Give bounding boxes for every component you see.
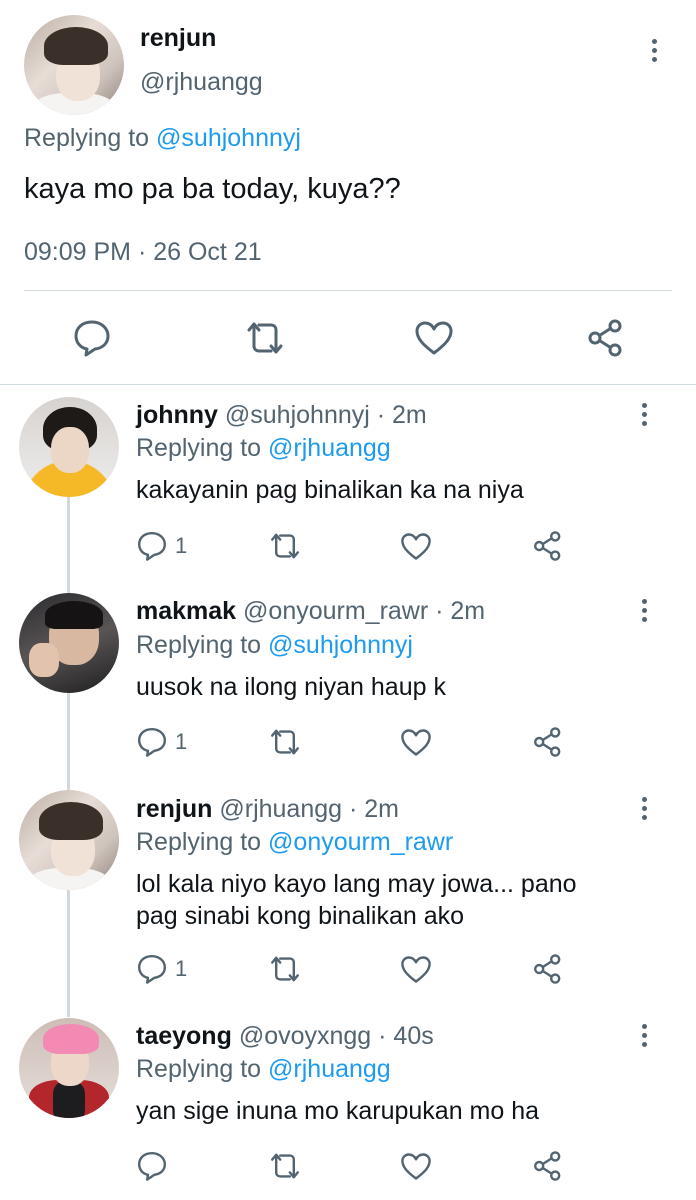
reply-header: johnny @suhjohnnyj · 2m <box>136 401 427 430</box>
mention-link[interactable]: @onyourm_rawr <box>268 828 453 856</box>
author-name[interactable]: makmak <box>136 597 236 625</box>
avatar[interactable] <box>24 15 124 115</box>
share-icon[interactable] <box>532 1150 564 1182</box>
author-name[interactable]: renjun <box>136 795 212 823</box>
author-meta[interactable]: @suhjohnnyj · 2m <box>225 401 427 429</box>
reply-count: 1 <box>175 956 188 981</box>
author-meta[interactable]: @onyourm_rawr · 2m <box>243 597 485 625</box>
mention-link[interactable]: @suhjohnnyj <box>268 631 413 659</box>
tweet-text: kaya mo pa ba today, kuya?? <box>24 173 401 205</box>
reply-text: uusok na ilong niyan haup k <box>136 673 446 701</box>
avatar[interactable] <box>19 790 119 890</box>
section-divider <box>0 384 696 385</box>
reply-text: kakayanin pag binalikan ka na niya <box>136 476 524 504</box>
share-icon[interactable] <box>532 530 564 562</box>
reply-icon[interactable] <box>136 1150 168 1182</box>
author-meta[interactable]: @ovoyxngg · 40s <box>239 1022 434 1050</box>
retweet-icon[interactable] <box>244 318 286 358</box>
replying-to-label: Replying to <box>136 1055 262 1083</box>
replying-to-label: Replying to <box>136 434 262 462</box>
replying-to-label: Replying to <box>136 631 262 659</box>
share-icon[interactable] <box>532 726 564 758</box>
author-meta[interactable]: @rjhuangg · 2m <box>219 795 399 823</box>
reply-icon[interactable] <box>72 318 112 358</box>
retweet-icon[interactable] <box>268 530 302 562</box>
like-icon[interactable] <box>414 320 454 356</box>
retweet-icon[interactable] <box>268 1150 302 1182</box>
mention-link[interactable]: @rjhuangg <box>268 434 391 462</box>
avatar[interactable] <box>19 397 119 497</box>
replying-to: Replying to @rjhuangg <box>136 1055 391 1084</box>
author-name[interactable]: renjun <box>140 24 216 53</box>
replying-to-label: Replying to <box>136 828 262 856</box>
retweet-icon[interactable] <box>268 726 302 758</box>
reply-header: taeyong @ovoyxngg · 40s <box>136 1022 434 1051</box>
reply-icon[interactable] <box>136 530 168 562</box>
retweet-icon[interactable] <box>268 953 302 985</box>
more-options-icon[interactable] <box>634 400 654 430</box>
author-name[interactable]: johnny <box>136 401 218 429</box>
reply-icon[interactable] <box>136 726 168 758</box>
like-icon[interactable] <box>400 955 432 984</box>
like-icon[interactable] <box>400 728 432 757</box>
author-handle[interactable]: @rjhuangg <box>140 68 263 97</box>
reply-count: 1 <box>175 729 188 754</box>
more-options-icon[interactable] <box>634 794 654 824</box>
replying-to: Replying to @onyourm_rawr <box>136 828 453 857</box>
reply-text: lol kala niyo kayo lang may jowa... pano… <box>136 870 577 930</box>
replying-to: Replying to @suhjohnnyj <box>136 631 413 660</box>
reply-header: makmak @onyourm_rawr · 2m <box>136 597 485 626</box>
share-icon[interactable] <box>586 318 626 358</box>
divider <box>24 290 672 291</box>
more-options-icon[interactable] <box>634 1021 654 1051</box>
reply-count: 1 <box>175 533 188 558</box>
like-icon[interactable] <box>400 1152 432 1181</box>
replying-to-label: Replying to <box>24 124 150 152</box>
more-options-icon[interactable] <box>634 596 654 626</box>
mention-link[interactable]: @suhjohnnyj <box>156 124 301 152</box>
like-icon[interactable] <box>400 532 432 561</box>
more-options-icon[interactable] <box>644 36 664 66</box>
mention-link[interactable]: @rjhuangg <box>268 1055 391 1083</box>
avatar[interactable] <box>19 1018 119 1118</box>
tweet-timestamp[interactable]: 09:09 PM · 26 Oct 21 <box>24 238 262 267</box>
share-icon[interactable] <box>532 953 564 985</box>
replying-to: Replying to @suhjohnnyj <box>24 124 301 153</box>
avatar[interactable] <box>19 593 119 693</box>
replying-to: Replying to @rjhuangg <box>136 434 391 463</box>
thread-line <box>67 497 70 1017</box>
reply-text: yan sige inuna mo karupukan mo ha <box>136 1097 540 1125</box>
reply-icon[interactable] <box>136 953 168 985</box>
reply-header: renjun @rjhuangg · 2m <box>136 795 399 824</box>
author-name[interactable]: taeyong <box>136 1022 232 1050</box>
